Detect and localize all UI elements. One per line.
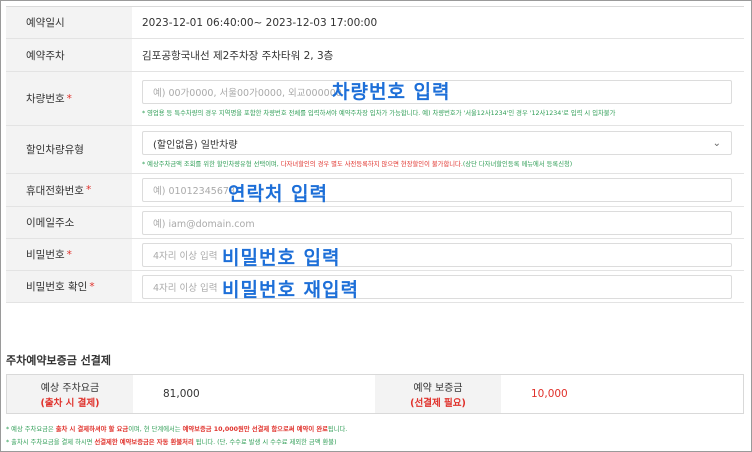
reservation-form: 예약일시 2023-12-01 06:40:00~ 2023-12-03 17:… [6, 6, 744, 303]
car-number-hint: * 영업용 등 특수차량의 경우 지역명을 포함한 차량번호 전체를 입력하셔야… [142, 110, 616, 117]
parking-lot-value: 김포공항국내선 제2주차장 주차타워 2, 3층 [142, 49, 334, 62]
note-2: * 출차시 주차요금을 결제 하시면 선결제한 예약보증금은 자동 환불처리 됩… [6, 439, 337, 446]
row-password-confirm: 비밀번호 확인 * 4자리 이상 입력 비밀번호 재입력 [6, 271, 744, 303]
parking-lot-label: 예약주차 [6, 39, 132, 71]
discount-type-hint: * 예상주차금액 조회를 위한 할인차량유형 선택이며, 다자녀할인의 경우 별… [142, 161, 573, 168]
email-label: 이메일주소 [6, 207, 132, 238]
deposit-section-title: 주차예약보증금 선결제 [6, 354, 112, 367]
row-password: 비밀번호 * 4자리 이상 입력 비밀번호 입력 [6, 239, 744, 271]
phone-label: 휴대전화번호 * [6, 174, 132, 206]
car-number-annotation: 차량번호 입력 [332, 81, 451, 103]
row-discount-type: 할인차량유형 (할인없음) 일반차량 ⌄ * 예상주차금액 조회를 위한 할인차… [6, 126, 744, 174]
deposit-label: 예약 보증금 (선결제 필요) [375, 375, 501, 413]
row-email: 이메일주소 예) iam@domain.com [6, 207, 744, 239]
email-input[interactable]: 예) iam@domain.com [142, 210, 732, 235]
deposit-value: 10,000 [531, 388, 568, 400]
password-label: 비밀번호 * [6, 239, 132, 270]
deposit-table: 예상 주차요금 (출차 시 결제) 81,000 예약 보증금 (선결제 필요)… [6, 374, 744, 414]
row-reservation-date: 예약일시 2023-12-01 06:40:00~ 2023-12-03 17:… [6, 7, 744, 39]
reservation-date-value: 2023-12-01 06:40:00~ 2023-12-03 17:00:00 [142, 16, 378, 29]
phone-annotation: 연락처 입력 [228, 183, 329, 205]
row-car-number: 차량번호 * 예) 00가0000, 서울00가0000, 외교000000 * … [6, 72, 744, 126]
row-parking-lot: 예약주차 김포공항국내선 제2주차장 주차타워 2, 3층 [6, 39, 744, 72]
note-1: * 예상 주차요금은 출차 시 결제하셔야 할 요금이며, 현 단계에서는 예약… [6, 426, 348, 433]
password-confirm-annotation: 비밀번호 재입력 [222, 279, 359, 301]
row-phone: 휴대전화번호 * 예) 01012345678 연락처 입력 [6, 174, 744, 207]
deposit-notes: * 예상 주차요금은 출차 시 결제하셔야 할 요금이며, 현 단계에서는 예약… [6, 423, 347, 449]
discount-type-select[interactable]: (할인없음) 일반차량 ⌄ [142, 131, 732, 155]
expected-fee-label: 예상 주차요금 (출차 시 결제) [7, 375, 133, 413]
password-annotation: 비밀번호 입력 [222, 247, 341, 269]
expected-fee-value: 81,000 [163, 388, 200, 400]
password-confirm-label: 비밀번호 확인 * [6, 271, 132, 302]
car-number-label: 차량번호 * [6, 72, 132, 125]
discount-type-label: 할인차량유형 [6, 126, 132, 173]
reservation-date-label: 예약일시 [6, 7, 132, 38]
chevron-down-icon: ⌄ [712, 137, 721, 149]
